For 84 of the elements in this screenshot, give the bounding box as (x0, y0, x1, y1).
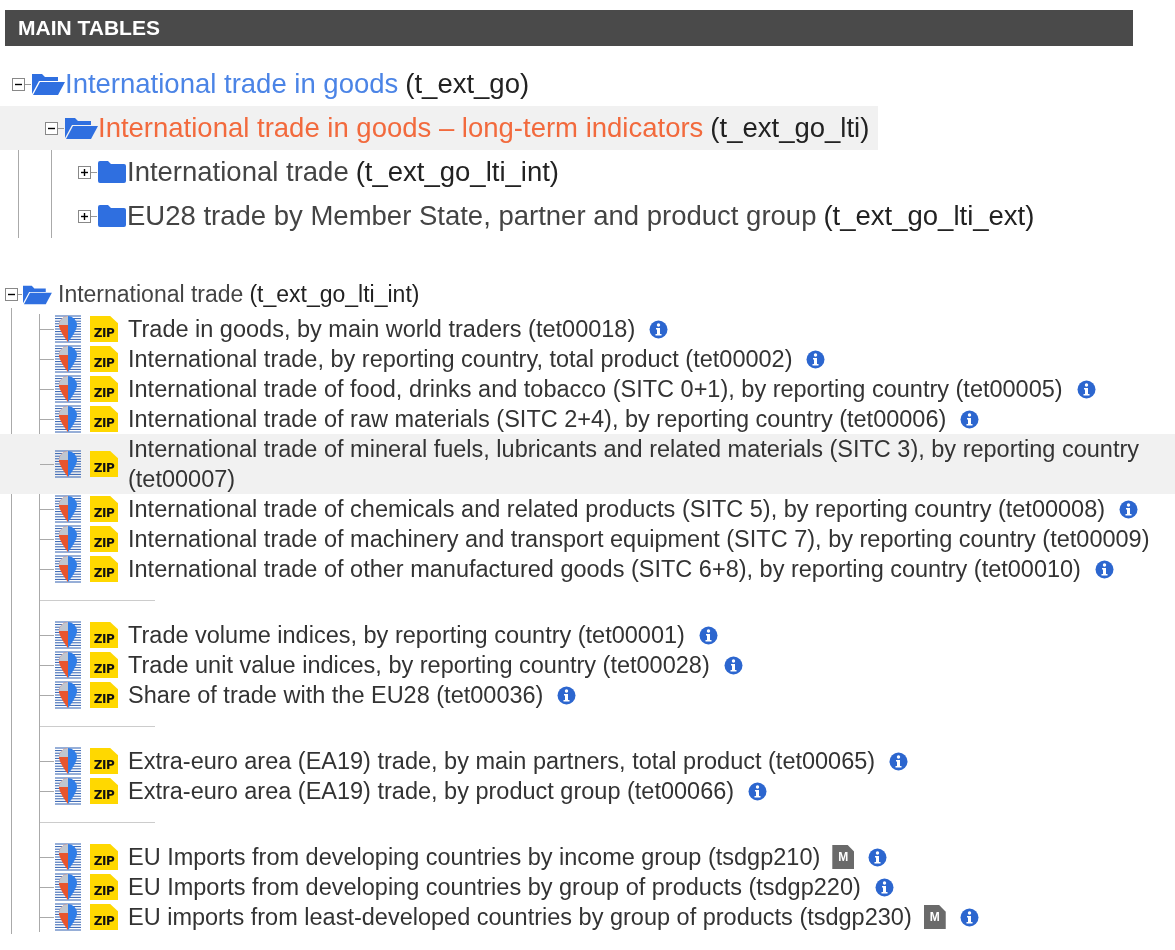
expand-icon[interactable] (78, 165, 91, 179)
dataset-link[interactable]: International trade of mineral fuels, lubricants and related materials (SITC 3), by reporting country (tet00007) (128, 434, 1168, 494)
info-icon[interactable] (960, 409, 980, 429)
collapse-icon[interactable] (45, 121, 58, 135)
info-icon[interactable] (649, 319, 669, 339)
dataset-link[interactable]: EU imports from least-developed countries by group of products (tsdgp230) (128, 902, 912, 932)
map-pin-icon[interactable] (55, 375, 81, 403)
info-icon[interactable] (723, 655, 743, 675)
info-icon[interactable] (1094, 559, 1114, 579)
info-icon[interactable] (1076, 379, 1096, 399)
info-icon[interactable] (868, 847, 888, 867)
map-pin-icon[interactable] (55, 525, 81, 553)
map-pin-icon[interactable] (55, 651, 81, 679)
open-folder-icon (64, 116, 98, 140)
dataset-link[interactable]: International trade of chemicals and related products (SITC 5), by reporting country (tet00008) (128, 494, 1106, 524)
map-pin-icon[interactable] (55, 315, 81, 343)
map-pin-icon[interactable] (55, 345, 81, 373)
zip-download-button[interactable]: ZIP (90, 904, 118, 930)
folder-link[interactable]: International trade (127, 156, 349, 188)
info-icon[interactable] (959, 907, 979, 927)
dataset-link[interactable]: EU Imports from developing countries by group of products (tsdgp220) (128, 872, 861, 902)
zip-download-button[interactable]: ZIP (90, 844, 118, 870)
map-pin-icon[interactable] (55, 555, 81, 583)
info-icon[interactable] (806, 349, 826, 369)
map-pin-icon[interactable] (55, 747, 81, 775)
table-code: (t_ext_go_lti_ext) (823, 200, 1035, 232)
map-pin-icon[interactable] (55, 903, 81, 931)
folder-icon (97, 204, 127, 228)
map-pin-icon[interactable] (55, 777, 81, 805)
zip-download-button[interactable]: ZIP (90, 496, 118, 522)
folder-link[interactable]: EU28 trade by Member State, partner and product group (127, 200, 817, 232)
zip-download-button[interactable]: ZIP (90, 376, 118, 402)
dataset-link[interactable]: Trade volume indices, by reporting country (tet00001) (128, 620, 685, 650)
map-pin-icon[interactable] (55, 450, 81, 478)
dataset-link[interactable]: International trade of other manufactured goods (SITC 6+8), by reporting country (tet00010) (128, 554, 1081, 584)
collapse-icon[interactable] (12, 77, 25, 91)
zip-download-button[interactable]: ZIP (90, 406, 118, 432)
folder-icon (97, 160, 127, 184)
collapse-icon[interactable] (5, 287, 18, 301)
zip-download-button[interactable]: ZIP (90, 874, 118, 900)
table-code: (t_ext_go_lti_int) (355, 156, 559, 188)
dataset-link[interactable]: Extra-euro area (EA19) trade, by main partners, total product (tet00065) (128, 746, 876, 776)
dataset-link[interactable]: Trade in goods, by main world traders (tet00018) (128, 314, 636, 344)
map-pin-icon[interactable] (55, 681, 81, 709)
metadata-button[interactable]: M (923, 905, 946, 929)
zip-download-button[interactable]: ZIP (90, 316, 118, 342)
dataset-link[interactable]: International trade of food, drinks and tobacco (SITC 0+1), by reporting country (tet00005) (128, 374, 1063, 404)
open-folder-icon (31, 72, 65, 96)
folder-link[interactable]: International trade in goods (65, 68, 399, 100)
table-code: (t_ext_go_lti) (710, 112, 870, 144)
dataset-link[interactable]: International trade, by reporting country, total product (tet00002) (128, 344, 793, 374)
dataset-link[interactable]: Extra-euro area (EA19) trade, by product group (tet00066) (128, 776, 735, 806)
zip-download-button[interactable]: ZIP (90, 526, 118, 552)
expand-icon[interactable] (78, 209, 91, 223)
dataset-link[interactable]: EU Imports from developing countries by income group (tsdgp210) (128, 842, 821, 872)
info-icon[interactable] (557, 685, 577, 705)
info-icon[interactable] (698, 625, 718, 645)
metadata-button[interactable]: M (832, 845, 855, 869)
info-icon[interactable] (874, 877, 894, 897)
zip-download-button[interactable]: ZIP (90, 778, 118, 804)
map-pin-icon[interactable] (55, 873, 81, 901)
zip-download-button[interactable]: ZIP (90, 652, 118, 678)
dataset-link[interactable]: International trade of raw materials (SITC 2+4), by reporting country (tet00006) (128, 404, 947, 434)
open-folder-icon (22, 283, 52, 305)
zip-download-button[interactable]: ZIP (90, 622, 118, 648)
folder-link[interactable]: International trade (58, 280, 244, 308)
zip-download-button[interactable]: ZIP (90, 748, 118, 774)
zip-download-button[interactable]: ZIP (90, 682, 118, 708)
zip-download-button[interactable]: ZIP (90, 451, 118, 477)
map-pin-icon[interactable] (55, 405, 81, 433)
map-pin-icon[interactable] (55, 495, 81, 523)
table-code: (t_ext_go) (405, 68, 530, 100)
section-title: MAIN TABLES (17, 15, 161, 41)
info-icon[interactable] (1119, 499, 1139, 519)
map-pin-icon[interactable] (55, 621, 81, 649)
table-code: (t_ext_go_lti_int) (249, 280, 420, 308)
zip-download-button[interactable]: ZIP (90, 346, 118, 372)
dataset-link[interactable]: Share of trade with the EU28 (tet00036) (128, 680, 544, 710)
info-icon[interactable] (748, 781, 768, 801)
dataset-link[interactable]: International trade of machinery and transport equipment (SITC 7), by reporting country (tet00009) (128, 524, 1150, 554)
dataset-link[interactable]: Trade unit value indices, by reporting country (tet00028) (128, 650, 710, 680)
info-icon[interactable] (889, 751, 909, 771)
map-pin-icon[interactable] (55, 843, 81, 871)
zip-download-button[interactable]: ZIP (90, 556, 118, 582)
